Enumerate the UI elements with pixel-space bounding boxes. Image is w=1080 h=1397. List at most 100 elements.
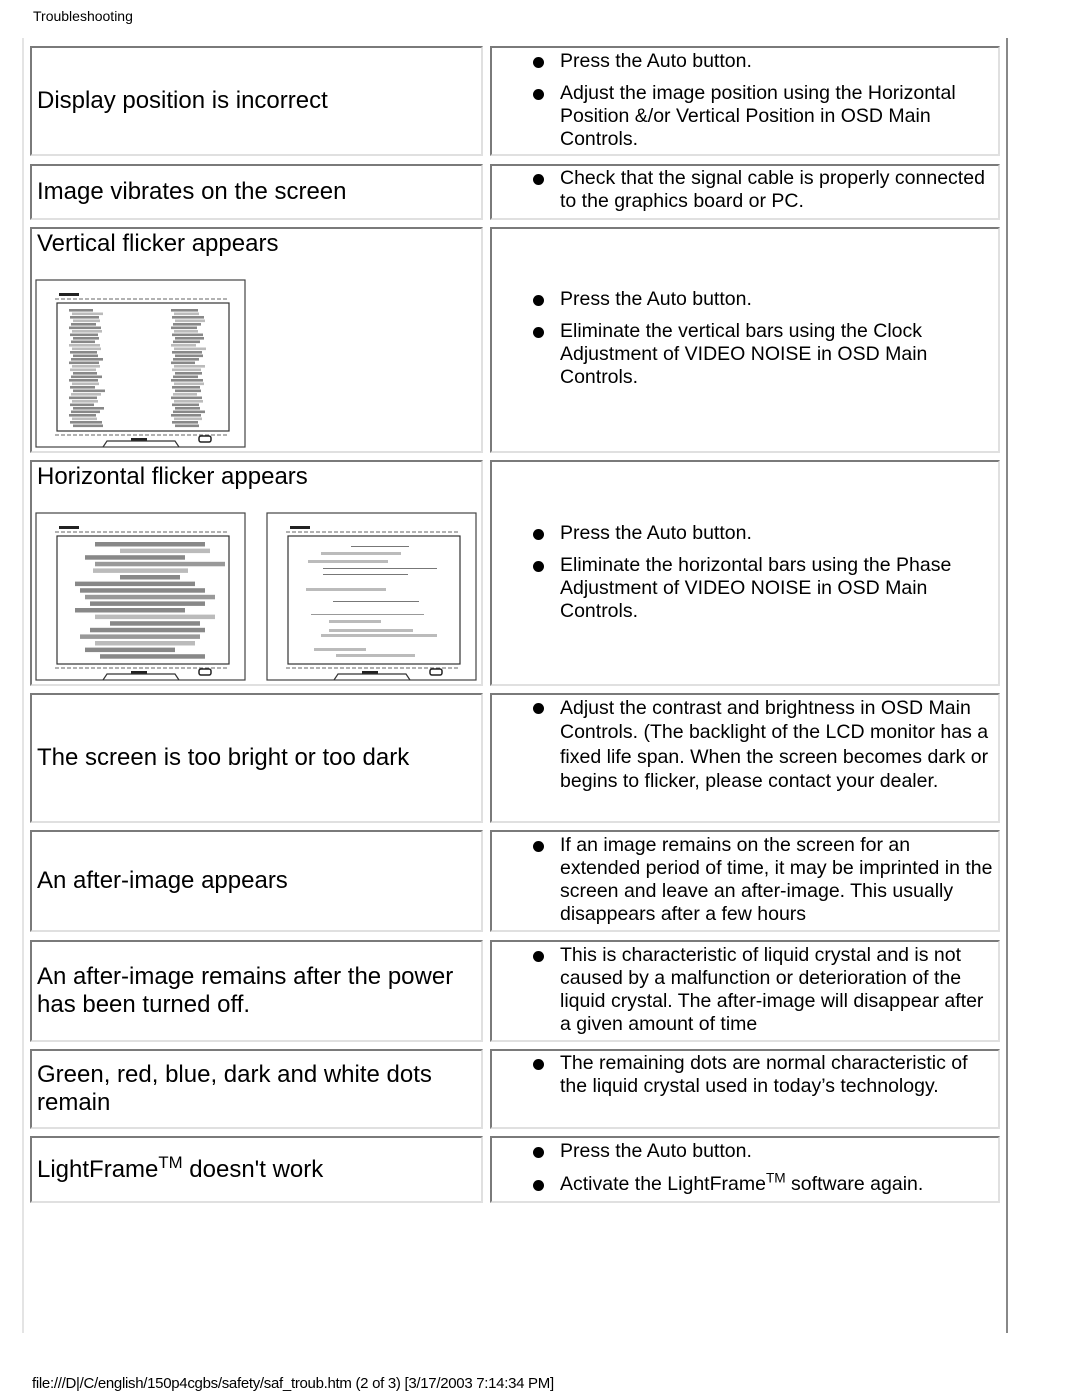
flicker-bar xyxy=(72,382,99,386)
flicker-bar xyxy=(172,333,203,337)
flicker-bar xyxy=(171,361,195,365)
flicker-bar xyxy=(173,340,200,344)
solution-cell: Press the Auto button. Adjust the image … xyxy=(490,46,1000,156)
flicker-bar xyxy=(171,344,196,347)
flicker-bar xyxy=(70,333,98,337)
flicker-bar xyxy=(174,417,202,421)
flicker-bar xyxy=(70,316,99,319)
problem-cell: An after-image remains after the power h… xyxy=(30,940,483,1042)
problem-text: Display position is incorrect xyxy=(37,87,328,114)
flicker-bar xyxy=(95,561,225,567)
flicker-bar xyxy=(173,358,199,361)
flicker-bar xyxy=(93,568,188,573)
problem-cell: Horizontal flicker appears xyxy=(30,460,483,686)
page-header: Troubleshooting xyxy=(33,8,133,24)
flicker-bar xyxy=(174,400,203,403)
flicker-bar xyxy=(323,568,437,569)
flicker-bar xyxy=(171,379,203,382)
solution-item: Eliminate the vertical bars using the Cl… xyxy=(492,320,998,389)
flicker-bar xyxy=(69,414,96,417)
flicker-bar xyxy=(120,575,180,580)
solution-item: The remaining dots are normal characteri… xyxy=(492,1052,998,1098)
flicker-bar xyxy=(333,601,419,602)
solution-item: Press the Auto button. xyxy=(492,522,998,545)
table-row: An after-image appears If an image remai… xyxy=(30,830,1000,932)
solution-list: Adjust the contrast and brightness in OS… xyxy=(492,696,998,793)
bullet-icon xyxy=(533,1147,544,1158)
flicker-bar xyxy=(85,555,185,560)
solution-item: If an image remains on the screen for an… xyxy=(492,834,998,926)
problem-cell: The screen is too bright or too dark xyxy=(30,693,483,823)
flicker-bar xyxy=(175,354,203,358)
flicker-bar xyxy=(70,368,96,372)
flicker-bar xyxy=(69,326,101,330)
solution-item: Press the Auto button. xyxy=(492,1140,998,1163)
flicker-bar xyxy=(172,316,204,319)
table-row: LightFrameTM doesn't work Press the Auto… xyxy=(30,1136,1000,1203)
flicker-bar xyxy=(85,594,215,600)
flicker-bar xyxy=(75,581,195,587)
solution-item: Check that the signal cable is properly … xyxy=(492,167,998,213)
bullet-icon xyxy=(533,1180,544,1191)
flicker-bar xyxy=(171,309,198,312)
solution-cell: Press the Auto button. Activate the Ligh… xyxy=(490,1136,1000,1203)
solution-cell: The remaining dots are normal characteri… xyxy=(490,1049,1000,1129)
bullet-icon xyxy=(533,57,544,68)
flicker-bar xyxy=(329,620,381,623)
flicker-bar xyxy=(100,654,205,659)
table-row: Horizontal flicker appears Press the Aut… xyxy=(30,460,1000,686)
flicker-bar xyxy=(172,386,200,389)
solution-list: Press the Auto button. Eliminate the ver… xyxy=(492,288,998,389)
flicker-bar xyxy=(80,634,200,639)
bullet-icon xyxy=(533,89,544,100)
flicker-bar xyxy=(70,351,97,354)
flicker-bar xyxy=(172,421,198,424)
solution-item: Adjust the contrast and brightness in OS… xyxy=(492,696,998,793)
bullet-icon xyxy=(533,327,544,338)
flicker-bar xyxy=(175,407,200,410)
flicker-bar xyxy=(174,382,204,386)
bullet-icon xyxy=(533,295,544,306)
solution-list: Press the Auto button. Activate the Ligh… xyxy=(492,1140,998,1196)
problem-cell: Display position is incorrect xyxy=(30,46,483,156)
flicker-bar xyxy=(95,614,215,620)
flicker-bar xyxy=(174,312,199,316)
flicker-bar xyxy=(173,410,205,414)
flicker-bar xyxy=(172,403,199,407)
monitor-screen xyxy=(287,535,461,665)
flicker-bar xyxy=(69,309,93,312)
flicker-bar xyxy=(329,629,413,632)
bullet-icon xyxy=(533,703,544,714)
flicker-bar xyxy=(308,560,388,563)
problem-text: LightFrameTM doesn't work xyxy=(37,1152,324,1183)
flicker-bar xyxy=(174,365,205,368)
flicker-bar xyxy=(72,330,102,333)
flicker-bar xyxy=(95,542,205,547)
flicker-bar xyxy=(70,403,94,407)
flicker-bar xyxy=(70,421,102,424)
monitor-logo-mark xyxy=(290,526,310,529)
solution-item: Press the Auto button. xyxy=(492,50,998,73)
solution-cell: Adjust the contrast and brightness in OS… xyxy=(490,693,1000,823)
flicker-bar xyxy=(72,365,100,368)
problem-text: Image vibrates on the screen xyxy=(37,178,347,205)
flicker-bar xyxy=(175,389,201,393)
solution-item: Eliminate the horizontal bars using the … xyxy=(492,554,998,623)
flicker-bar xyxy=(95,641,195,646)
flicker-bar xyxy=(174,330,198,333)
flicker-bar xyxy=(306,588,386,591)
flicker-bar xyxy=(73,372,97,375)
bullet-icon xyxy=(533,951,544,962)
flicker-bar xyxy=(72,312,103,316)
flicker-bar xyxy=(69,396,97,400)
bullet-icon xyxy=(533,529,544,540)
table-row: Image vibrates on the screen Check that … xyxy=(30,164,1000,220)
flicker-bar xyxy=(171,396,202,400)
monitor-horizontal-flicker-light-illustration xyxy=(266,512,478,682)
flicker-bar xyxy=(69,344,100,347)
table-row: The screen is too bright or too dark Adj… xyxy=(30,693,1000,823)
problem-text: Vertical flicker appears xyxy=(37,230,279,257)
flicker-bar xyxy=(321,634,437,637)
monitor-horizontal-flicker-heavy-illustration xyxy=(35,512,247,682)
flicker-bar xyxy=(73,389,105,393)
